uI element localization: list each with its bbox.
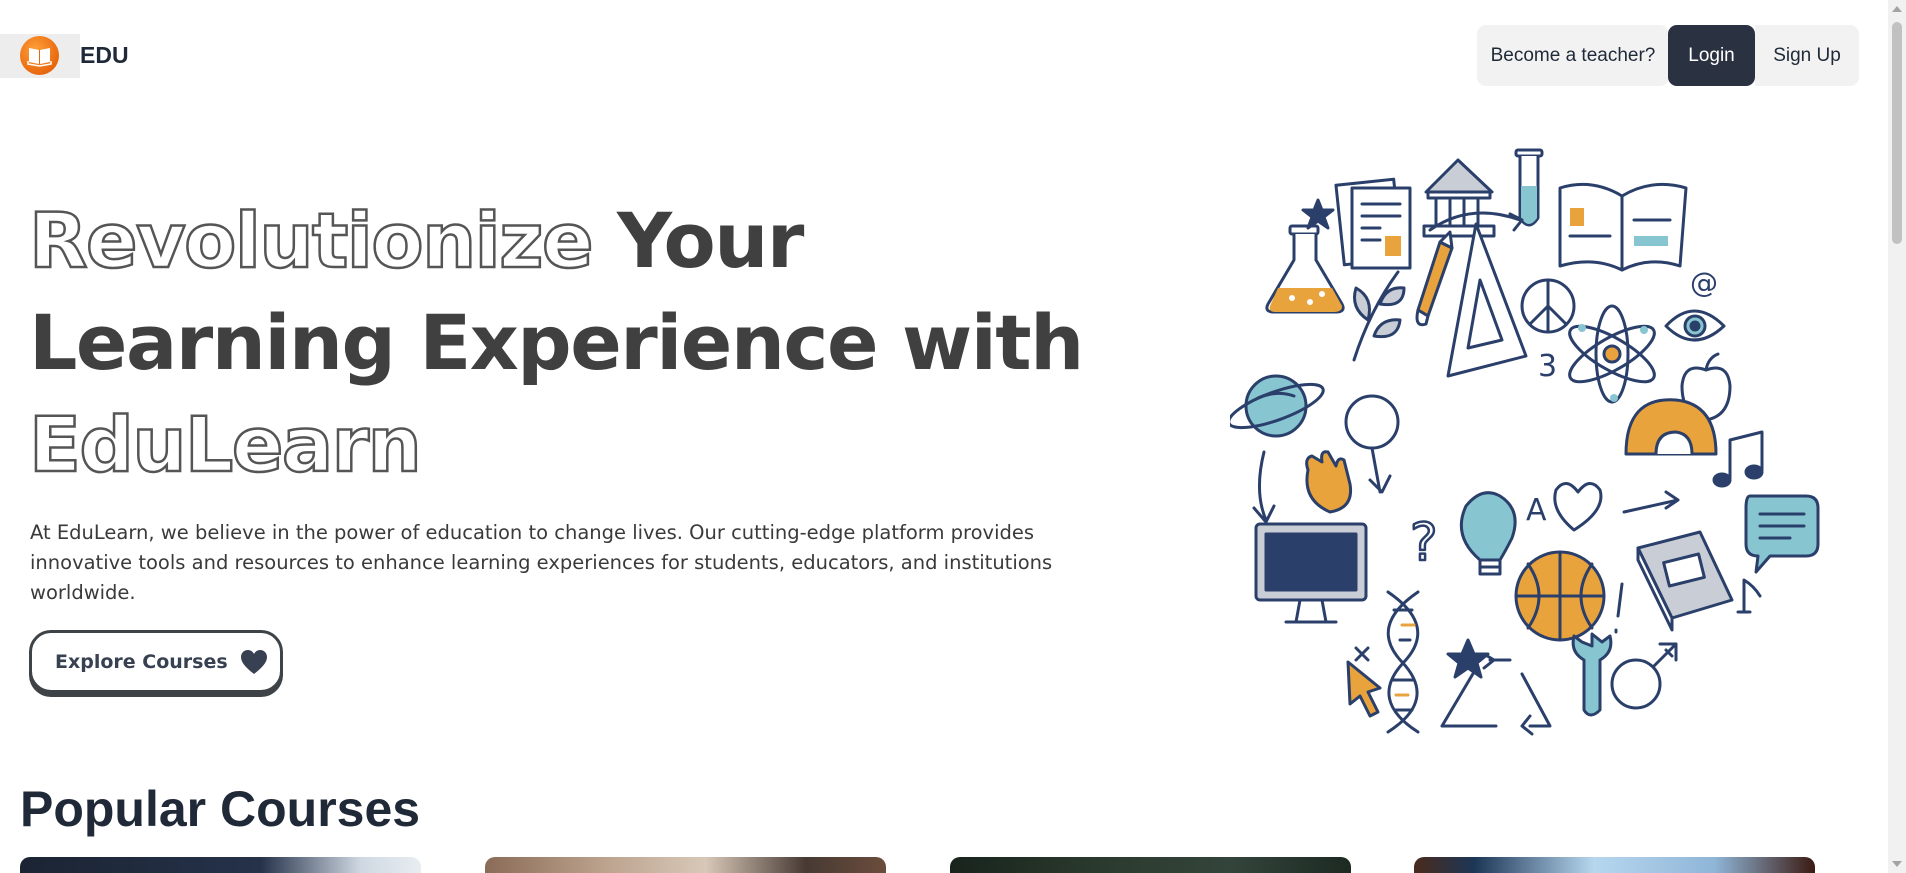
triangle-ruler-icon xyxy=(1446,222,1528,378)
dna-icon xyxy=(1386,590,1420,734)
cursor-icon xyxy=(1346,660,1382,718)
education-doodles-illustration: 3 @ ? A xyxy=(1230,148,1820,736)
magnifier-icon xyxy=(1344,394,1400,494)
closed-book-icon xyxy=(1636,530,1734,632)
hero-description: At EduLearn, we believe in the power of … xyxy=(30,521,1053,604)
course-card-1[interactable] xyxy=(20,857,421,873)
scroll-down-arrow-icon[interactable] xyxy=(1892,861,1902,867)
exclamation-icon xyxy=(1614,582,1624,634)
signup-button[interactable]: Sign Up xyxy=(1755,25,1859,86)
female-symbol-icon xyxy=(1610,642,1678,710)
music-note-icon xyxy=(1712,430,1764,488)
svg-text:3: 3 xyxy=(1538,349,1557,384)
document-icon xyxy=(1334,177,1412,270)
atom-icon xyxy=(1568,304,1656,404)
star-icon xyxy=(1301,198,1335,230)
arrow-down-icon xyxy=(1252,450,1276,524)
svg-text:A: A xyxy=(1526,493,1547,528)
monitor-icon xyxy=(1254,522,1368,624)
planet-icon xyxy=(1230,374,1325,438)
filled-star-icon xyxy=(1446,638,1490,679)
explore-courses-label: Explore Courses xyxy=(55,650,228,673)
scroll-up-arrow-icon[interactable] xyxy=(1892,6,1902,12)
test-tube-icon xyxy=(1514,148,1544,227)
open-book-icon[interactable] xyxy=(20,36,59,75)
course-card-4[interactable] xyxy=(1414,857,1815,873)
pencil-icon xyxy=(1415,230,1454,327)
plant-icon xyxy=(1352,270,1406,362)
explore-courses-button[interactable]: Explore Courses xyxy=(29,630,283,693)
hero-title-outline-word: Revolutionize xyxy=(28,195,595,287)
hero-title-word: Your xyxy=(616,196,804,285)
popular-courses-title: Popular Courses xyxy=(20,781,421,837)
brand-name[interactable]: EDU xyxy=(80,42,129,69)
small-note-icon xyxy=(1736,578,1762,614)
hand-icon xyxy=(1305,450,1353,514)
hero-title-line-3: EduLearn xyxy=(28,399,423,491)
flask-icon xyxy=(1265,224,1345,314)
heart-outline-icon xyxy=(1553,482,1603,532)
login-button[interactable]: Login xyxy=(1668,25,1755,86)
heart-icon xyxy=(240,649,267,674)
wrench-icon xyxy=(1571,632,1613,717)
hero-title-line-2: Learning Experience with xyxy=(29,298,1084,387)
x-mark-icon xyxy=(1354,646,1370,662)
open-book-icon xyxy=(1558,182,1688,272)
course-card-2[interactable] xyxy=(485,857,886,873)
eye-icon xyxy=(1664,309,1726,342)
museum-icon xyxy=(1422,158,1496,238)
scrollbar-thumb[interactable] xyxy=(1892,22,1902,244)
vertical-scrollbar[interactable] xyxy=(1888,0,1906,873)
course-card-3[interactable] xyxy=(950,857,1351,873)
site-header: EDU Become a teacher? Login Sign Up xyxy=(0,0,1888,112)
become-teacher-button[interactable]: Become a teacher? xyxy=(1477,25,1669,86)
light-bulb-icon xyxy=(1459,491,1517,576)
svg-text:?: ? xyxy=(1410,513,1438,573)
peace-icon xyxy=(1520,278,1576,334)
speech-bubble-icon xyxy=(1744,494,1820,574)
arrow-right-icon xyxy=(1622,490,1680,514)
svg-text:@: @ xyxy=(1690,266,1718,299)
hero-title: Revolutionize Your Learning Experience w… xyxy=(28,190,1129,496)
basketball-icon xyxy=(1514,550,1606,642)
